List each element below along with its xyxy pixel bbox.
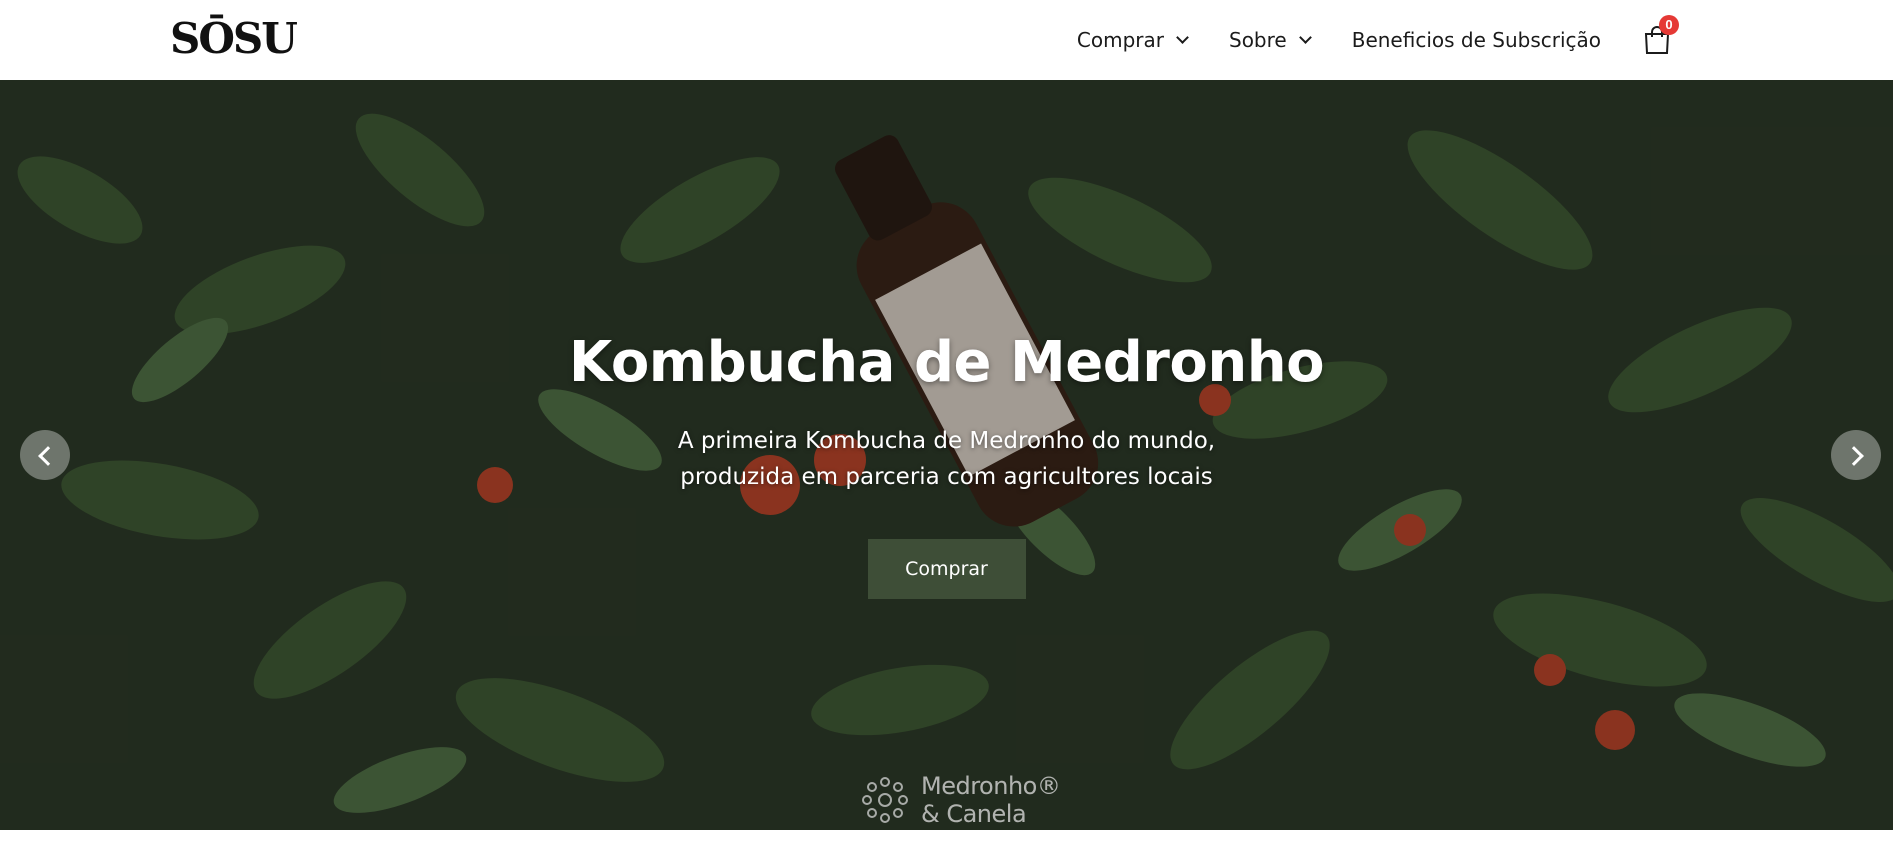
nav-item-label: Sobre	[1229, 28, 1287, 52]
hero-subtitle-line-2: produzida em parceria com agricultores l…	[680, 464, 1213, 490]
hero-content: Kombucha de Medronho A primeira Kombucha…	[0, 330, 1893, 599]
site-logo[interactable]: SŌSU	[170, 16, 298, 62]
nav-item-beneficios[interactable]: Beneficios de Subscrição	[1352, 28, 1601, 52]
watermark: Medronho® & Canela	[855, 770, 1061, 830]
watermark-line-2: & Canela	[921, 800, 1027, 828]
flower-logo-icon	[862, 777, 908, 823]
page-bottom-area	[0, 830, 1893, 858]
nav-item-label: Comprar	[1076, 28, 1164, 52]
hero-buy-button[interactable]: Comprar	[867, 539, 1026, 599]
chevron-left-icon[interactable]	[20, 430, 70, 480]
chevron-right-icon[interactable]	[1831, 430, 1881, 480]
cart-count-badge: 0	[1659, 15, 1679, 35]
hero-subtitle-line-1: A primeira Kombucha de Medronho do mundo…	[677, 428, 1216, 454]
nav-item-sobre[interactable]: Sobre	[1229, 28, 1312, 52]
chevron-down-icon	[1298, 31, 1312, 44]
site-header: SŌSU Comprar Sobre Beneficios de Subscri…	[0, 0, 1893, 80]
hero-slider: Kombucha de Medronho A primeira Kombucha…	[0, 80, 1893, 830]
nav-item-label: Beneficios de Subscrição	[1351, 28, 1601, 52]
main-nav: Comprar Sobre Beneficios de Subscrição 0	[1035, 0, 1679, 80]
nav-item-comprar[interactable]: Comprar	[1076, 28, 1189, 52]
cart-button[interactable]: 0	[1643, 15, 1679, 55]
watermark-line-1: Medronho®	[921, 772, 1061, 800]
hero-title: Kombucha de Medronho	[568, 330, 1325, 395]
hero-subtitle: A primeira Kombucha de Medronho do mundo…	[0, 423, 1893, 495]
chevron-down-icon	[1176, 31, 1189, 44]
watermark-text: Medronho® & Canela	[921, 772, 1061, 828]
